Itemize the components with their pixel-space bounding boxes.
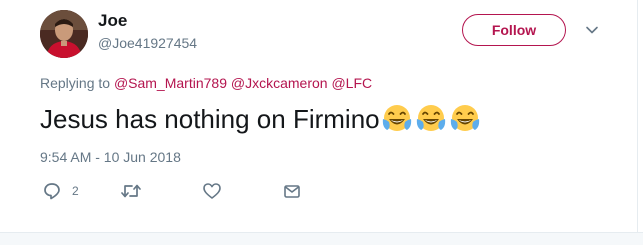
tweet-card: Joe @Joe41927454 Follow Replying to @Sam… (0, 0, 643, 245)
mention-link[interactable]: @Sam_Martin789 (114, 75, 227, 91)
mention-link[interactable]: @Jxckcameron (231, 75, 328, 91)
retweet-button[interactable] (120, 180, 142, 202)
reply-icon (44, 183, 60, 200)
tweet-timestamp[interactable]: 9:54 AM - 10 Jun 2018 (40, 149, 181, 165)
tweet-text-body: Jesus has nothing on Firmino (40, 103, 380, 134)
avatar-image (40, 10, 88, 58)
like-icon (203, 183, 221, 199)
face-with-tears-of-joy-icon (450, 105, 479, 131)
reply-count: 2 (72, 184, 79, 198)
tweet-text: Jesus has nothing on Firmino (40, 103, 483, 135)
reply-context-prefix: Replying to (40, 75, 111, 91)
reply-context: Replying to @Sam_Martin789 @Jxckcameron … (40, 75, 372, 91)
mention-link[interactable]: @LFC (331, 75, 372, 91)
reply-button[interactable]: 2 (42, 180, 79, 202)
follow-button[interactable]: Follow (462, 14, 566, 46)
direct-message-icon (284, 185, 300, 198)
retweet-icon (121, 184, 141, 198)
display-name[interactable]: Joe (98, 11, 127, 31)
emoji-group (381, 103, 483, 135)
face-with-tears-of-joy-icon (382, 105, 411, 131)
tweet-actions: 2 (40, 180, 340, 202)
direct-message-button[interactable] (282, 180, 302, 202)
card-border (637, 0, 638, 232)
like-button[interactable] (202, 180, 222, 202)
card-footer-bar (0, 232, 643, 245)
chevron-down-icon[interactable] (584, 22, 600, 38)
face-with-tears-of-joy-icon (416, 105, 445, 131)
avatar[interactable] (40, 10, 88, 58)
user-handle[interactable]: @Joe41927454 (98, 35, 197, 51)
